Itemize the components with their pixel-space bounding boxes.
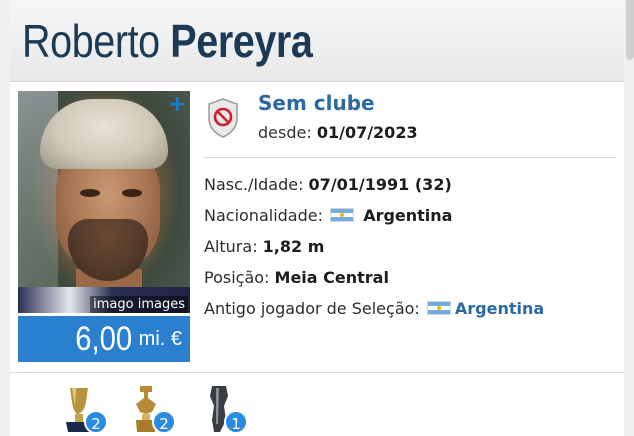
- market-value-amount: 6,00: [75, 319, 133, 358]
- photo-hair: [40, 99, 168, 169]
- height-label: Altura:: [204, 237, 258, 256]
- trophy-count-badge: 2: [84, 410, 108, 434]
- info-row-position: Posição: Meia Central: [204, 267, 544, 298]
- trophy-count-badge: 1: [224, 410, 248, 434]
- photo-eye: [122, 189, 142, 197]
- page-header: Roberto Pereyra: [10, 0, 624, 82]
- trophy-item[interactable]: 2: [130, 384, 182, 436]
- since-date: 01/07/2023: [316, 123, 418, 142]
- photo-credit: imago images: [90, 296, 188, 313]
- trophy-item[interactable]: 1: [204, 384, 256, 436]
- nationality-label: Nacionalidade:: [204, 206, 323, 225]
- trophy-item[interactable]: 2: [62, 384, 114, 436]
- info-row-birth: Nasc./Idade: 07/01/1991 (32): [204, 174, 544, 205]
- club-name-link[interactable]: Sem clube: [258, 91, 375, 115]
- scrollbar[interactable]: [626, 0, 634, 60]
- player-name: Roberto Pereyra: [22, 14, 540, 68]
- club-since: desde: 01/07/2023: [258, 123, 418, 142]
- national-team-link[interactable]: Argentina: [455, 299, 544, 318]
- divider: [10, 372, 624, 373]
- player-first-name: Roberto: [22, 15, 160, 67]
- position-label: Posição:: [204, 268, 270, 287]
- argentina-flag-icon: [426, 301, 451, 315]
- trophy-count-badge: 2: [152, 410, 176, 434]
- player-last-name: Pereyra: [170, 15, 313, 67]
- since-label: desde:: [258, 123, 312, 142]
- market-value-unit: mi. €: [138, 327, 182, 350]
- birth-value: 07/01/1991 (32): [308, 175, 452, 194]
- argentina-flag-icon: [330, 208, 355, 222]
- market-value-button[interactable]: 6,00 mi. €: [18, 316, 190, 362]
- player-info: Nasc./Idade: 07/01/1991 (32) Nacionalida…: [204, 174, 544, 329]
- plus-icon[interactable]: +: [168, 94, 186, 116]
- national-label: Antigo jogador de Seleção:: [204, 299, 420, 318]
- height-value: 1,82 m: [262, 237, 325, 256]
- player-photo[interactable]: imago images: [18, 91, 190, 313]
- nationality-value: Argentina: [363, 206, 453, 225]
- info-row-national-team: Antigo jogador de Seleção: Argentina: [204, 298, 544, 329]
- photo-eye: [80, 189, 100, 197]
- position-value: Meia Central: [274, 268, 389, 287]
- divider: [204, 157, 616, 158]
- info-row-height: Altura: 1,82 m: [204, 236, 544, 267]
- no-club-icon: [208, 98, 238, 138]
- player-card: imago images + 6,00 mi. € Sem clube desd…: [10, 82, 624, 436]
- info-row-nationality: Nacionalidade: Argentina: [204, 205, 544, 236]
- birth-label: Nasc./Idade:: [204, 175, 304, 194]
